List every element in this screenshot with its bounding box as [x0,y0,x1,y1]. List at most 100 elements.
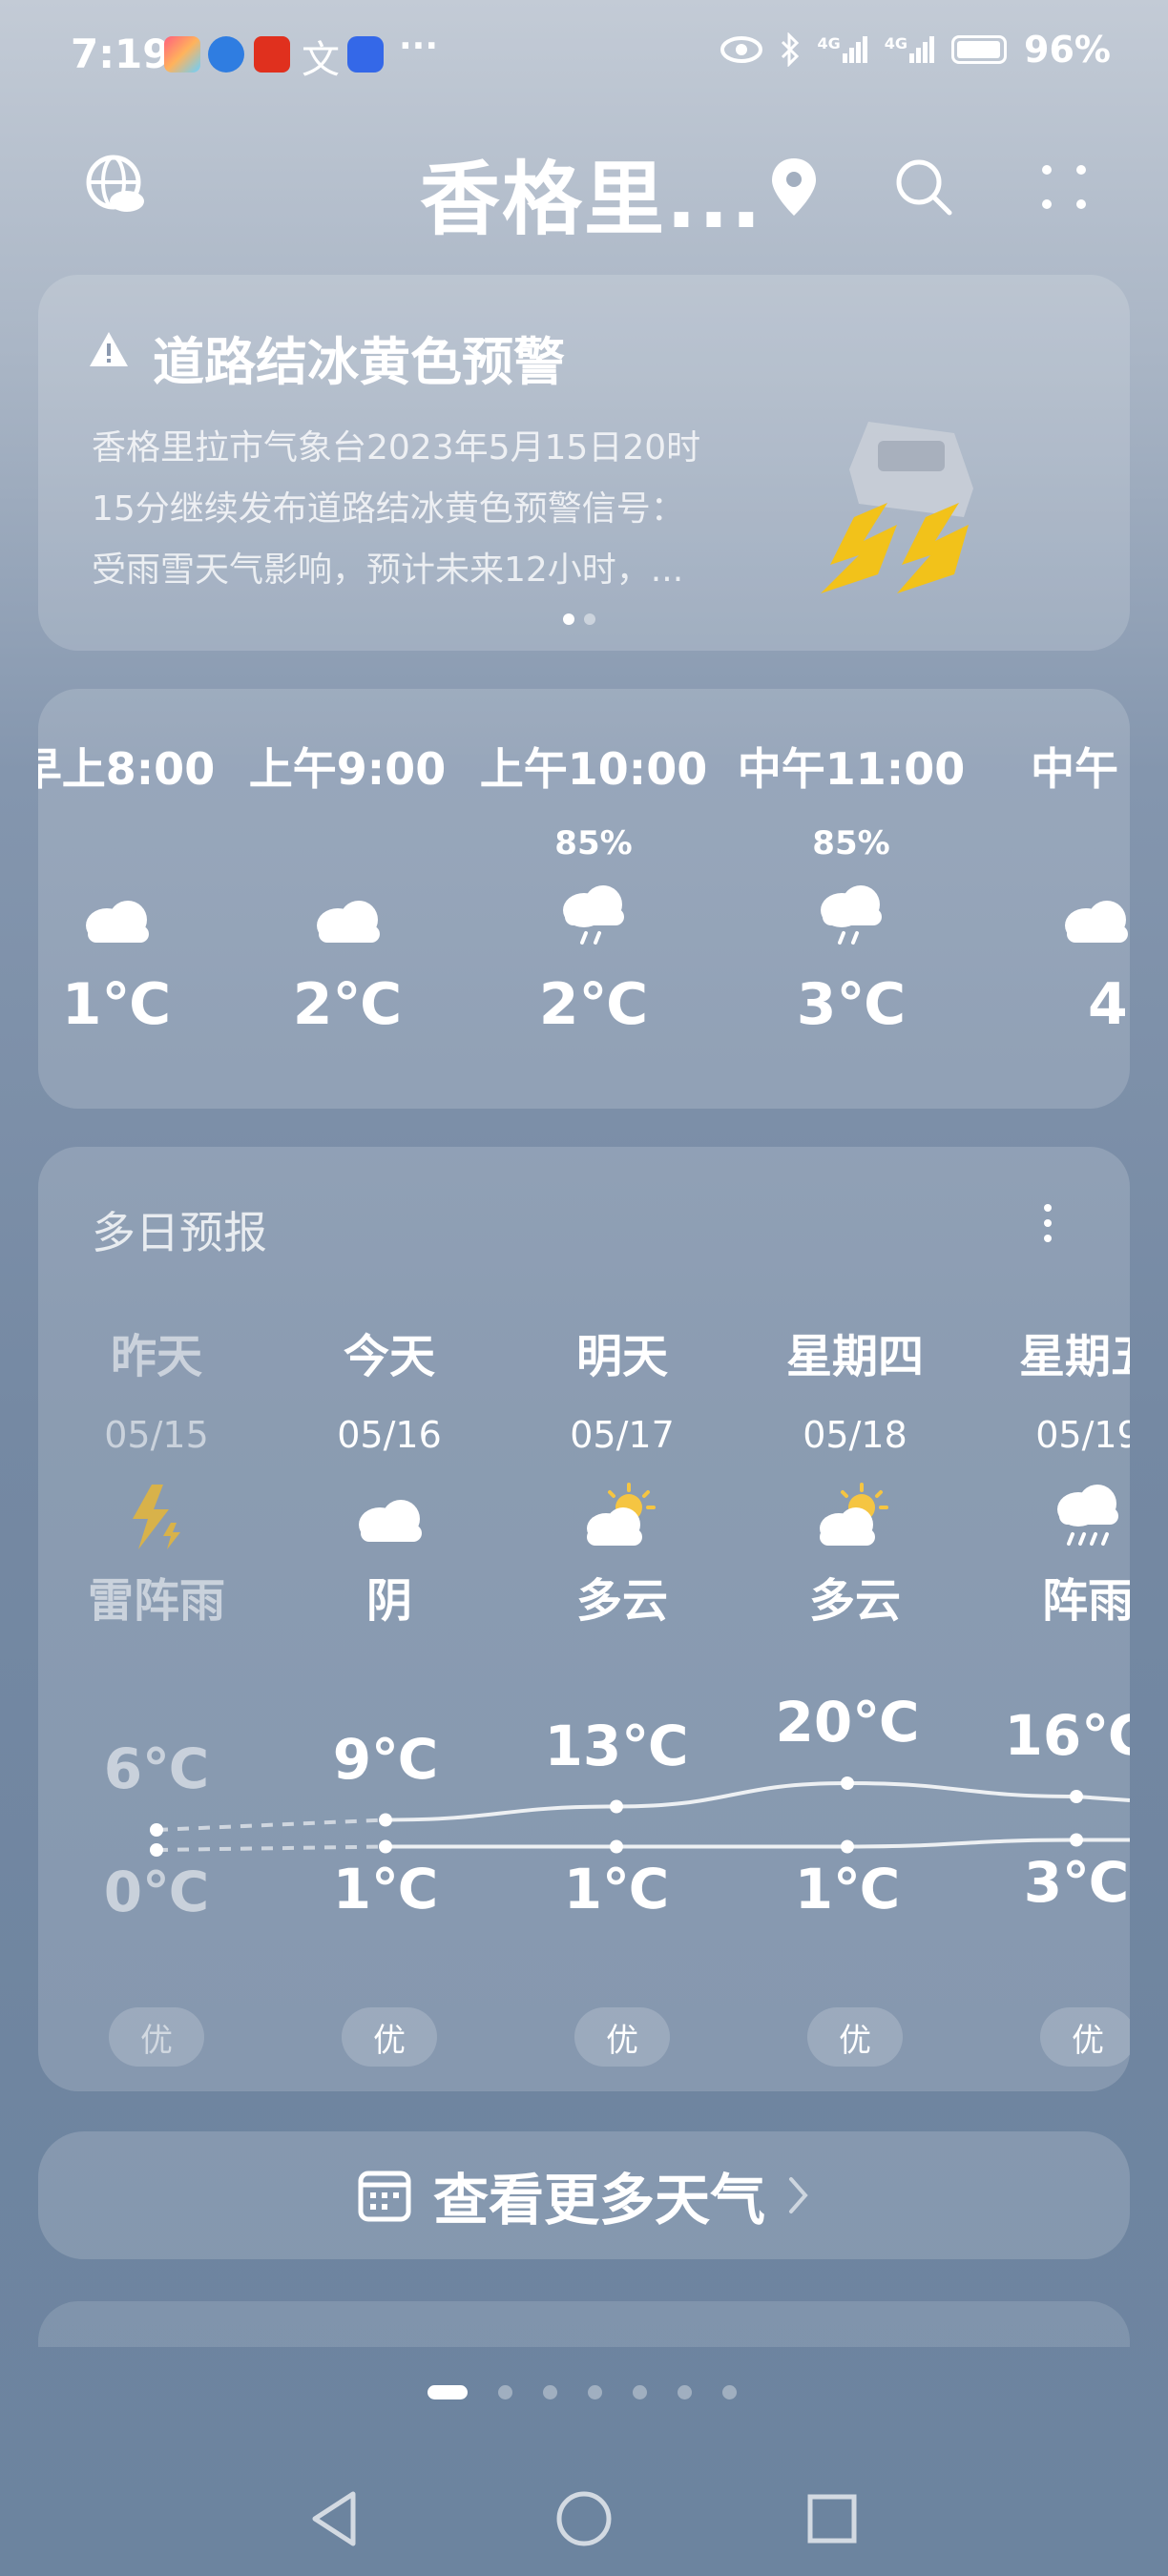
network-type-2: 4G [884,34,908,52]
signal-1-icon: 4G [818,36,867,63]
home-circle-icon [556,2491,612,2546]
rain-icon [821,885,882,945]
rain-icon [563,885,624,945]
day-low-temp: 0℃ [103,1859,210,1924]
dots-grid-icon [1042,165,1086,209]
location-button[interactable] [763,151,824,223]
page-dot [543,2385,557,2399]
day-high-temp: 16℃ [1004,1703,1130,1768]
day-high-temp: 20℃ [775,1690,920,1755]
warning-icon [90,332,128,366]
low-trend-point [379,1839,392,1854]
hourly-precip [1031,824,1130,866]
hourly-item: 上午9:00 2℃ [233,735,462,1038]
high-trend-point [610,1799,623,1814]
location-pin-icon [772,158,816,216]
status-time: 7:19 [71,31,171,77]
aqi-badge: 优 [1040,2007,1130,2067]
more-weather-label: 查看更多天气 [432,2168,765,2233]
day-high-temp: 13℃ [544,1713,689,1778]
hourly-item: 中午11:00 85% 3℃ [737,735,966,1038]
low-trend-line [386,1838,1130,1849]
app-notification-icon [164,36,200,73]
warning-description: 香格里拉市气象台2023年5月15日20时 15分继续发布道路结冰黄色预警信号：… [92,418,779,601]
baidu-notification-icon [347,36,384,73]
battery-percent: 96% [1024,29,1111,71]
low-trend-point [841,1839,854,1854]
aqi-badge: 优 [807,2007,903,2067]
hourly-time: 中午 [1031,743,1118,795]
signal-2-icon: 4G [884,34,935,63]
hourly-time: 上午10:00 [479,743,708,795]
warning-line-1: 香格里拉市气象台2023年5月15日20时 [92,428,701,467]
hourly-temp: 2℃ [292,971,403,1038]
page-dot-active [428,2385,468,2399]
temperature-trend-chart [150,1776,1130,1857]
cloudy-icon [317,901,380,943]
battery-icon [951,35,1008,64]
day-low-temp: 1℃ [563,1856,670,1922]
nav-back-button[interactable] [296,2481,372,2557]
search-button[interactable] [887,151,960,223]
news-notification-icon [254,36,290,73]
calendar-icon [358,2171,411,2222]
day-low-temp: 1℃ [794,1856,901,1922]
day-low-temp: 3℃ [1023,1849,1130,1915]
page-dot [498,2385,512,2399]
warning-line-2: 15分继续发布道路结冰黄色预警信号： [92,489,685,529]
chevron-right-icon [789,2177,808,2213]
more-notifications-indicator: ··· [399,27,439,66]
bluetooth-icon [781,32,799,67]
aqi-badge: 优 [109,2007,204,2067]
page-dot [588,2385,602,2399]
location-title[interactable]: 香格里... [420,135,763,251]
hourly-precip [38,824,231,866]
hourly-time: 上午9:00 [248,743,447,795]
status-right: 4G 4G 96% [720,29,1111,71]
page-dot [678,2385,692,2399]
back-triangle-icon [312,2491,356,2546]
daily-scroll[interactable]: 昨天 05/15 雷阵雨 今天 05/16 阴 明天 05/17 多云 星期四 … [38,1147,1130,2091]
hourly-precip: 85% [554,824,633,862]
high-trend-point [150,1823,163,1837]
hourly-item: 早上8:00 1℃ [38,735,231,1038]
hourly-item: 上午10:00 85% 2℃ [479,735,708,1038]
page-indicator [428,2385,737,2399]
aqi-badge: 优 [574,2007,670,2067]
low-trend-point [150,1843,163,1857]
day-high-temp: 9℃ [332,1726,439,1792]
hourly-temp: 4 [1088,971,1128,1038]
warning-title: 道路结冰黄色预警 [153,332,565,392]
browser-notification-icon [208,36,244,73]
high-trend-point [841,1776,854,1790]
nav-recents-button[interactable] [794,2481,870,2557]
recents-square-icon [807,2494,857,2544]
aqi-badge: 优 [342,2007,437,2067]
hourly-precip [233,824,462,866]
road-icing-warning-icon [821,422,973,593]
more-menu-button[interactable] [1031,151,1097,223]
cloudy-icon [86,901,149,943]
day-high-temp: 6℃ [103,1736,210,1801]
hourly-item: 中午 4 [1031,735,1130,1038]
high-trend-point [379,1813,392,1827]
next-card-peek [38,2301,1130,2347]
more-weather-button[interactable]: 查看更多天气 [38,2131,1130,2259]
low-trend-point [1070,1833,1083,1847]
page-dot [633,2385,647,2399]
day-low-temp: 1℃ [332,1856,439,1922]
high-trend-dashed [156,1818,386,1832]
nav-home-button[interactable] [546,2481,622,2557]
page-dot [722,2385,737,2399]
hourly-time: 中午11:00 [737,743,966,795]
warning-page-dot-active [563,613,574,625]
hourly-scroll[interactable]: 早上8:00 1℃ 上午9:00 2℃ 上午10:00 85% 2℃ 中午11:… [38,689,1130,1109]
warning-line-3: 受雨雪天气影响，预计未来12小时，... [92,551,684,590]
hourly-temp: 3℃ [796,971,907,1038]
hourly-precip: 85% [812,824,890,862]
status-bar: 7:19 文 ··· 4G 4G 96% [0,0,1168,114]
warning-page-dot [584,613,595,625]
city-manage-button[interactable] [78,147,155,223]
low-trend-point [610,1839,623,1854]
hourly-time: 早上8:00 [38,743,216,795]
